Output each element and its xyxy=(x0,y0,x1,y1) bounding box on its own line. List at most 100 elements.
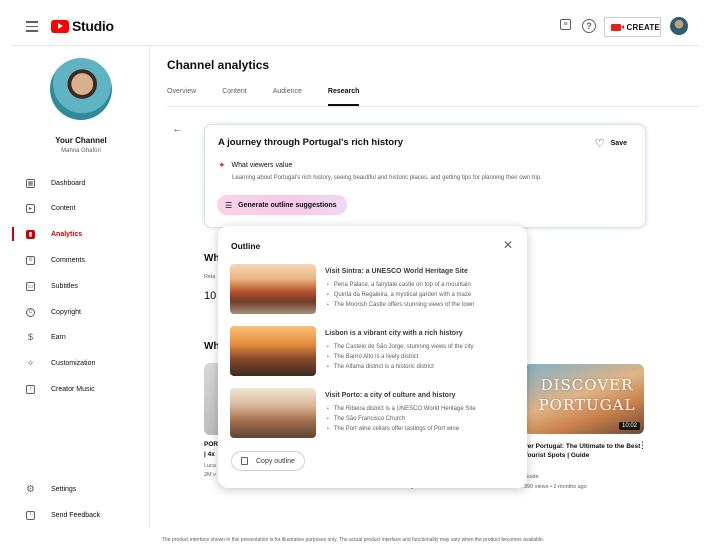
video-channel-partial: Luca xyxy=(204,463,216,469)
discover-portugal-thumbnail[interactable]: DISCOVER PORTUGAL 10:02 xyxy=(524,364,644,434)
save-label: Save xyxy=(610,140,627,147)
messages-icon[interactable]: ≡ xyxy=(560,19,571,30)
gear-icon: ⚙ xyxy=(26,483,35,495)
viewers-value-heading: ✦ What viewers value xyxy=(218,160,292,171)
sidebar-item-send-feedback[interactable]: ! Send Feedback xyxy=(12,506,150,524)
outline-bullet: The São Francisco Church xyxy=(327,414,476,424)
viewers-value-description: Learning about Portugal's rich history, … xyxy=(232,175,542,181)
tab-audience[interactable]: Audience xyxy=(273,88,302,106)
outline-sparkle-icon: ☰ xyxy=(225,200,233,210)
discover-video-stats: 390 views • 2 months ago xyxy=(524,484,587,490)
outline-bullet: The Bairro Alto is a lively district xyxy=(327,352,474,362)
sidebar-item-label: Earn xyxy=(51,333,66,341)
disclaimer-text: The product interface shown in this pres… xyxy=(161,537,545,543)
sidebar-item-label: Content xyxy=(51,204,76,212)
research-topic-card: A journey through Portugal's rich histor… xyxy=(204,124,646,228)
music-note-icon: ♪ xyxy=(26,384,35,394)
page-title: Channel analytics xyxy=(167,58,270,72)
viewers-value-label: What viewers value xyxy=(231,162,293,169)
outline-title: Outline xyxy=(231,241,261,251)
studio-logo[interactable]: Studio xyxy=(51,18,114,34)
sidebar-item-earn[interactable]: $ Earn xyxy=(12,328,150,346)
bar-chart-icon: ▮ xyxy=(26,229,35,239)
sidebar-item-label: Creator Music xyxy=(51,385,95,393)
save-button[interactable]: ♡ Save xyxy=(595,137,627,150)
outline-bullet: The Ribeira district is a UNESCO World H… xyxy=(327,404,476,414)
topic-title: A journey through Portugal's rich histor… xyxy=(218,137,404,148)
top-bar: Studio ≡ ? CREATE xyxy=(12,8,699,46)
copy-outline-button[interactable]: Copy outline xyxy=(231,451,305,471)
outline-item-bullets: Pena Palace, a fairytale castle on top o… xyxy=(327,280,475,310)
menu-icon[interactable] xyxy=(26,21,38,32)
outline-item-heading: Visit Sintra: a UNESCO World Heritage Si… xyxy=(325,268,468,275)
app-frame: Studio ≡ ? CREATE Your Channel Mahna Gha… xyxy=(12,8,699,528)
sidebar-item-analytics[interactable]: ▮ Analytics xyxy=(12,225,150,243)
heart-icon: ♡ xyxy=(594,138,605,150)
play-square-icon: ▸ xyxy=(26,203,35,213)
more-options-icon[interactable]: ⋮ xyxy=(638,440,647,451)
section-subtext-partial: Rela xyxy=(204,274,216,280)
sidebar-item-label: Dashboard xyxy=(51,179,86,187)
outline-item-heading: Visit Porto: a city of culture and histo… xyxy=(325,392,456,399)
generate-outline-label: Generate outline suggestions xyxy=(238,201,337,209)
video-title-partial-2[interactable]: | 4x xyxy=(204,451,215,458)
outline-bullet: Pena Palace, a fairytale castle on top o… xyxy=(327,280,474,290)
video-title-partial[interactable]: POR xyxy=(204,441,218,448)
wand-icon: ✧ xyxy=(26,357,35,368)
feedback-icon: ! xyxy=(26,510,35,520)
outline-bullet: Quinta da Regaleira, a mystical garden w… xyxy=(327,290,474,300)
outline-bullet: The Port wine cellars offer tastings of … xyxy=(327,424,476,434)
video-duration: 10:02 xyxy=(618,422,640,430)
create-button[interactable]: CREATE xyxy=(604,17,661,37)
outline-item-bullets: The Ribeira district is a UNESCO World H… xyxy=(327,404,476,434)
outline-panel: Outline ✕ Visit Sintra: a UNESCO World H… xyxy=(218,226,527,488)
channel-name: Your Channel xyxy=(55,136,107,145)
thumbnail-text-line1: DISCOVER xyxy=(540,376,634,394)
sidebar-item-copyright[interactable]: c Copyright xyxy=(12,303,150,321)
channel-avatar[interactable] xyxy=(50,58,112,120)
video-camera-icon xyxy=(611,23,623,31)
channel-user: Mahna Ghafori xyxy=(61,148,101,154)
generate-outline-button[interactable]: ☰ Generate outline suggestions xyxy=(217,195,347,215)
sidebar-item-dashboard[interactable]: ▦ Dashboard xyxy=(12,174,150,192)
comment-icon: ≡ xyxy=(26,255,35,265)
outline-item: Visit Porto: a city of culture and histo… xyxy=(230,388,520,440)
discover-video-title[interactable]: ver Portugal: The Ultimate to the Best T… xyxy=(524,442,642,460)
tab-research[interactable]: Research xyxy=(327,88,360,106)
tabs-divider xyxy=(167,106,699,107)
thumbnail-text-line2: PORTUGAL xyxy=(538,396,636,414)
sidebar-item-label: Copyright xyxy=(51,308,81,316)
youtube-play-icon xyxy=(51,19,69,33)
copy-outline-label: Copy outline xyxy=(256,457,295,465)
sintra-thumbnail xyxy=(230,264,316,314)
sidebar-item-label: Customization xyxy=(51,359,96,367)
outline-item-heading: Lisbon is a vibrant city with a rich his… xyxy=(325,330,463,337)
porto-thumbnail xyxy=(230,388,316,438)
sidebar: Your Channel Mahna Ghafori ▦ Dashboard ▸… xyxy=(12,46,150,528)
brand-name: Studio xyxy=(72,18,114,34)
sparkle-icon: ✦ xyxy=(218,160,226,170)
back-arrow-icon[interactable]: ← xyxy=(172,123,183,135)
sidebar-item-label: Comments xyxy=(51,256,85,264)
sidebar-item-comments[interactable]: ≡ Comments xyxy=(12,251,150,269)
account-avatar[interactable] xyxy=(670,17,688,35)
help-icon[interactable]: ? xyxy=(582,19,596,33)
tab-overview[interactable]: Overview xyxy=(167,88,196,106)
outline-item: Lisbon is a vibrant city with a rich his… xyxy=(230,326,520,378)
outline-bullet: The Moorish Castle offers stunning views… xyxy=(327,300,475,310)
dollar-icon: $ xyxy=(27,332,33,342)
sidebar-item-label: Send Feedback xyxy=(51,511,101,519)
video-stats-partial: 2M v xyxy=(204,472,216,478)
grid-icon: ▦ xyxy=(26,178,35,188)
sidebar-item-subtitles[interactable]: ▭ Subtitles xyxy=(12,277,150,295)
outline-item: Visit Sintra: a UNESCO World Heritage Si… xyxy=(230,264,520,316)
sidebar-item-label: Subtitles xyxy=(51,282,78,290)
tab-content[interactable]: Content xyxy=(222,88,247,106)
sidebar-item-creator-music[interactable]: ♪ Creator Music xyxy=(12,380,150,398)
sidebar-item-settings[interactable]: ⚙ Settings xyxy=(12,480,150,498)
sidebar-item-customization[interactable]: ✧ Customization xyxy=(12,354,150,372)
analytics-tabs: Overview Content Audience Research xyxy=(167,88,385,106)
close-icon[interactable]: ✕ xyxy=(503,238,513,252)
copy-icon xyxy=(241,457,248,465)
sidebar-item-content[interactable]: ▸ Content xyxy=(12,199,150,217)
